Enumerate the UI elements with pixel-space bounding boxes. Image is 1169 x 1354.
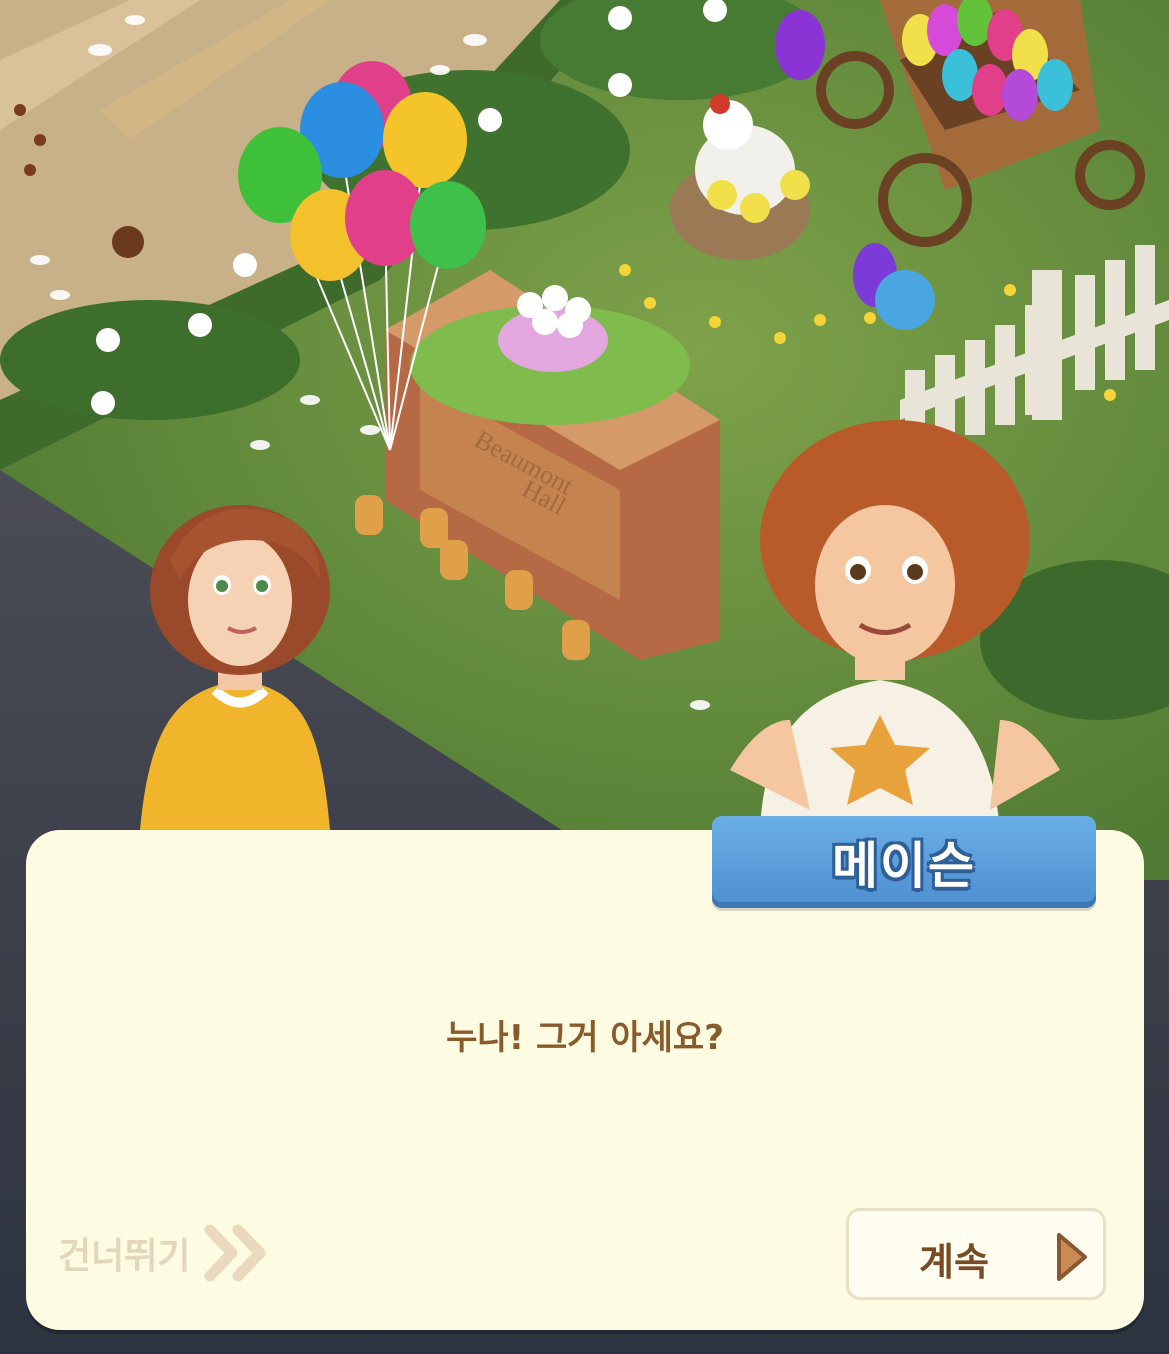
speaker-name-tag: 메이슨: [712, 816, 1096, 908]
double-chevron-right-icon: [204, 1224, 266, 1282]
continue-label: 계속: [919, 1240, 989, 1284]
speaker-name: 메이슨: [832, 837, 976, 895]
play-triangle-icon: [1057, 1233, 1087, 1281]
dialog-line: 누나! 그거 아세요?: [446, 1018, 724, 1058]
skip-label: 건너뛰기: [58, 1236, 191, 1277]
skip-button[interactable]: 건너뛰기: [58, 1222, 270, 1284]
continue-button[interactable]: 계속: [846, 1208, 1106, 1300]
